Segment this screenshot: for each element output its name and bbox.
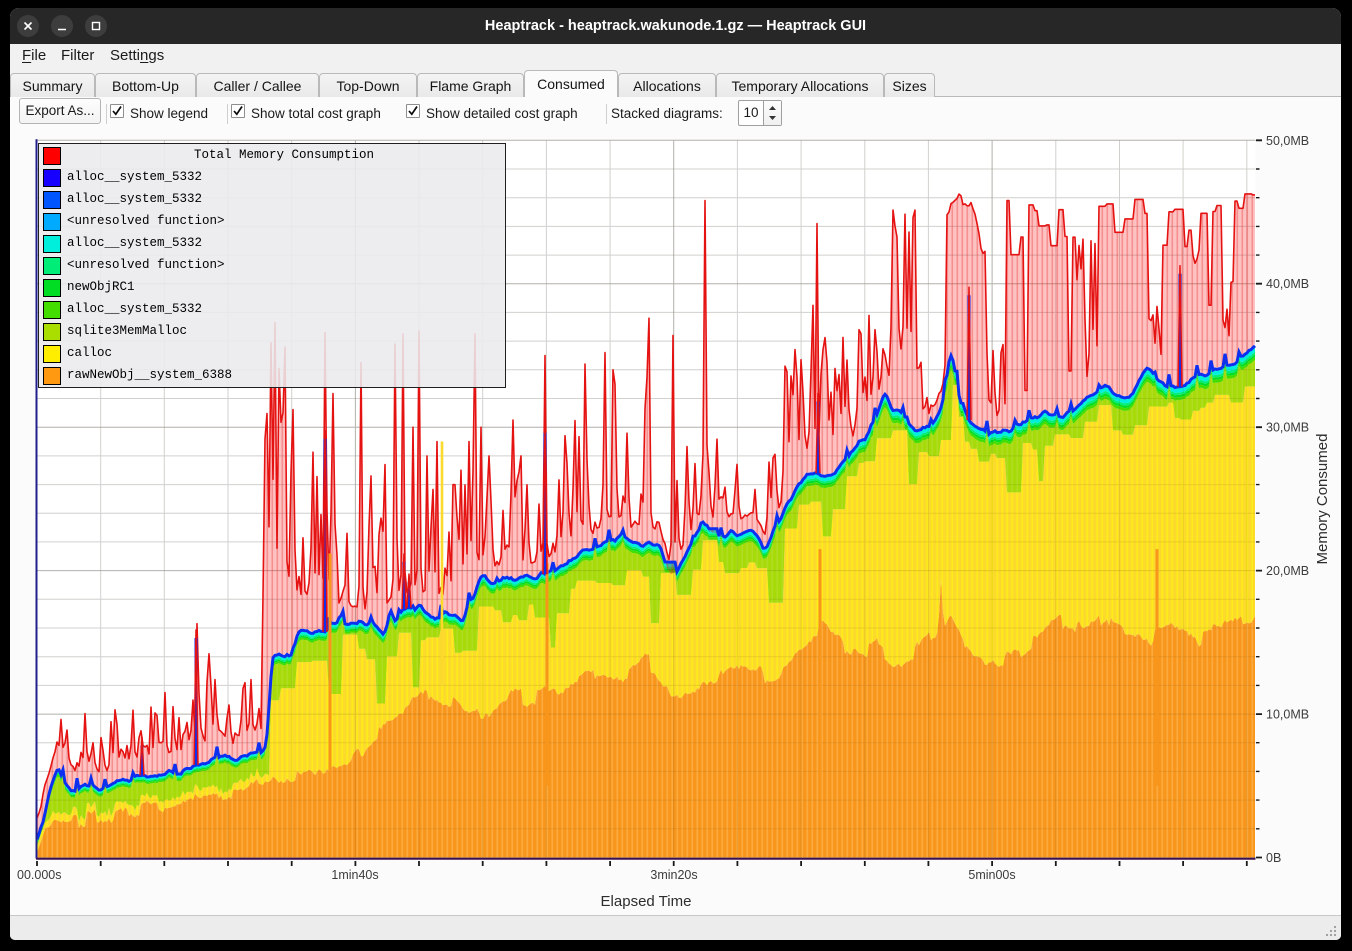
svg-text:1min40s: 1min40s (331, 868, 378, 882)
svg-text:Memory Consumed: Memory Consumed (1314, 434, 1331, 565)
svg-text:3min20s: 3min20s (650, 868, 697, 882)
svg-text:40,0MB: 40,0MB (1266, 277, 1309, 291)
svg-text:50,0MB: 50,0MB (1266, 134, 1309, 148)
svg-text:Elapsed Time: Elapsed Time (601, 893, 692, 910)
svg-text:0B: 0B (1266, 851, 1281, 865)
svg-text:30,0MB: 30,0MB (1266, 421, 1309, 435)
svg-text:00.000s: 00.000s (17, 868, 61, 882)
svg-text:5min00s: 5min00s (968, 868, 1015, 882)
svg-text:20,0MB: 20,0MB (1266, 564, 1309, 578)
svg-text:10,0MB: 10,0MB (1266, 708, 1309, 722)
